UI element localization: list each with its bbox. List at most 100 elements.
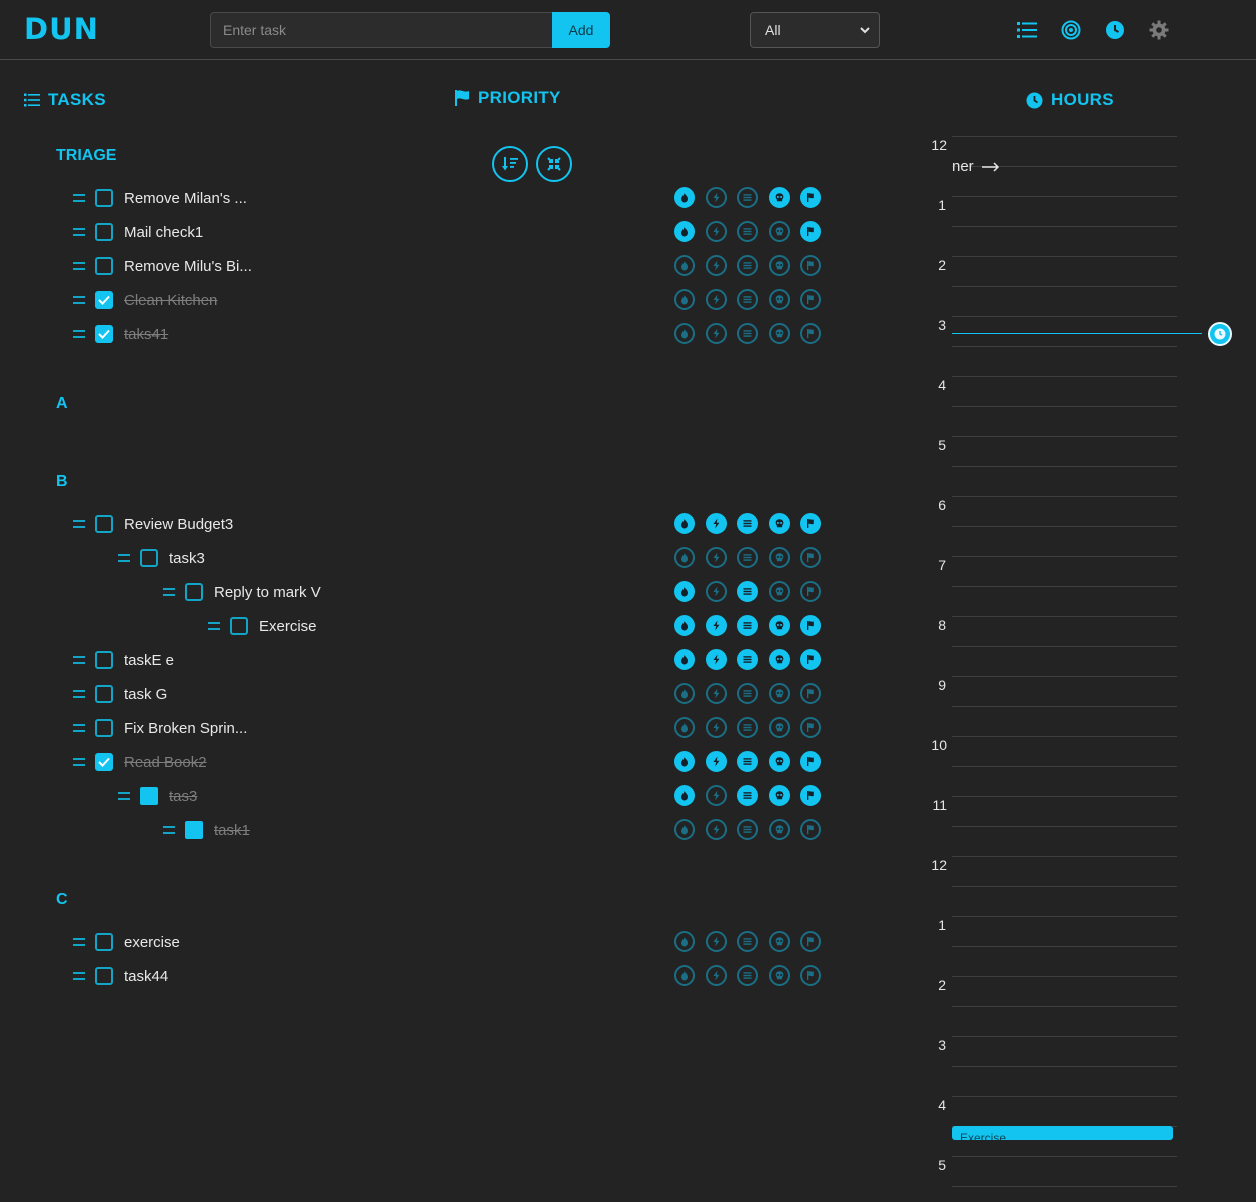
drag-handle[interactable]: [73, 758, 85, 766]
drag-handle[interactable]: [73, 724, 85, 732]
target-icon[interactable]: [1059, 18, 1083, 42]
lines-priority-toggle[interactable]: [737, 221, 758, 242]
collapse-button[interactable]: [536, 146, 572, 182]
add-button[interactable]: Add: [552, 12, 610, 48]
lines-priority-toggle[interactable]: [737, 683, 758, 704]
lines-priority-toggle[interactable]: [737, 289, 758, 310]
drag-handle[interactable]: [73, 194, 85, 202]
bolt-priority-toggle[interactable]: [705, 581, 727, 602]
skull-priority-toggle[interactable]: [768, 255, 790, 276]
skull-priority-toggle[interactable]: [768, 187, 790, 208]
task-row[interactable]: tas3: [118, 784, 197, 808]
clock-icon[interactable]: [1103, 18, 1127, 42]
lines-priority-toggle[interactable]: [737, 615, 758, 636]
task-checkbox[interactable]: [140, 549, 158, 567]
flag-priority-toggle[interactable]: [800, 323, 821, 344]
task-checkbox[interactable]: [95, 325, 113, 343]
task-row[interactable]: taskE e: [73, 648, 174, 672]
skull-priority-toggle[interactable]: [768, 819, 790, 840]
lines-priority-toggle[interactable]: [737, 649, 758, 670]
fire-priority-toggle[interactable]: [674, 717, 695, 738]
drag-handle[interactable]: [73, 520, 85, 528]
task-row[interactable]: taks41: [73, 322, 168, 346]
skull-priority-toggle[interactable]: [768, 785, 790, 806]
bolt-priority-toggle[interactable]: [705, 221, 727, 242]
drag-handle[interactable]: [73, 330, 85, 338]
drag-handle[interactable]: [73, 228, 85, 236]
task-checkbox[interactable]: [95, 291, 113, 309]
task-checkbox[interactable]: [185, 583, 203, 601]
task-checkbox[interactable]: [95, 719, 113, 737]
skull-priority-toggle[interactable]: [768, 931, 790, 952]
drag-handle[interactable]: [118, 554, 130, 562]
flag-priority-toggle[interactable]: [800, 547, 821, 568]
bolt-priority-toggle[interactable]: [705, 615, 727, 636]
fire-priority-toggle[interactable]: [674, 819, 695, 840]
task-row[interactable]: task44: [73, 964, 168, 988]
lines-priority-toggle[interactable]: [737, 751, 758, 772]
flag-priority-toggle[interactable]: [800, 649, 821, 670]
task-row[interactable]: task1: [163, 818, 250, 842]
skull-priority-toggle[interactable]: [768, 513, 790, 534]
flag-priority-toggle[interactable]: [800, 221, 821, 242]
task-row[interactable]: Read Book2: [73, 750, 207, 774]
flag-priority-toggle[interactable]: [800, 187, 821, 208]
lines-priority-toggle[interactable]: [737, 931, 758, 952]
lines-priority-toggle[interactable]: [737, 717, 758, 738]
task-checkbox[interactable]: [95, 685, 113, 703]
task-row[interactable]: Remove Milu's Bi...: [73, 254, 252, 278]
drag-handle[interactable]: [73, 690, 85, 698]
fire-priority-toggle[interactable]: [674, 581, 695, 602]
filter-select[interactable]: All: [750, 12, 880, 48]
flag-priority-toggle[interactable]: [800, 819, 821, 840]
fire-priority-toggle[interactable]: [674, 931, 695, 952]
skull-priority-toggle[interactable]: [768, 965, 790, 986]
lines-priority-toggle[interactable]: [737, 323, 758, 344]
bolt-priority-toggle[interactable]: [705, 649, 727, 670]
lines-priority-toggle[interactable]: [737, 785, 758, 806]
fire-priority-toggle[interactable]: [674, 323, 695, 344]
task-row[interactable]: Remove Milan's ...: [73, 186, 247, 210]
task-row[interactable]: Clean Kitchen: [73, 288, 217, 312]
task-checkbox[interactable]: [230, 617, 248, 635]
fire-priority-toggle[interactable]: [674, 513, 695, 534]
task-row[interactable]: Reply to mark V: [163, 580, 321, 604]
bolt-priority-toggle[interactable]: [705, 785, 727, 806]
drag-handle[interactable]: [73, 656, 85, 664]
skull-priority-toggle[interactable]: [768, 221, 790, 242]
skull-priority-toggle[interactable]: [768, 615, 790, 636]
list-icon[interactable]: [1015, 18, 1039, 42]
drag-handle[interactable]: [73, 296, 85, 304]
task-row[interactable]: exercise: [73, 930, 180, 954]
task-checkbox[interactable]: [95, 189, 113, 207]
task-row[interactable]: Mail check1: [73, 220, 203, 244]
task-checkbox[interactable]: [95, 967, 113, 985]
fire-priority-toggle[interactable]: [674, 187, 695, 208]
lines-priority-toggle[interactable]: [737, 513, 758, 534]
bolt-priority-toggle[interactable]: [705, 513, 727, 534]
fire-priority-toggle[interactable]: [674, 649, 695, 670]
task-checkbox[interactable]: [95, 933, 113, 951]
skull-priority-toggle[interactable]: [768, 289, 790, 310]
bolt-priority-toggle[interactable]: [705, 931, 727, 952]
lines-priority-toggle[interactable]: [737, 581, 758, 602]
lines-priority-toggle[interactable]: [737, 187, 758, 208]
task-checkbox[interactable]: [95, 651, 113, 669]
fire-priority-toggle[interactable]: [674, 547, 695, 568]
fire-priority-toggle[interactable]: [674, 289, 695, 310]
calendar-event[interactable]: Exercise: [952, 1126, 1173, 1140]
skull-priority-toggle[interactable]: [768, 649, 790, 670]
bolt-priority-toggle[interactable]: [705, 717, 727, 738]
current-time-marker[interactable]: [1208, 322, 1232, 346]
skull-priority-toggle[interactable]: [768, 547, 790, 568]
bolt-priority-toggle[interactable]: [705, 683, 727, 704]
fire-priority-toggle[interactable]: [674, 785, 695, 806]
bolt-priority-toggle[interactable]: [705, 289, 727, 310]
lines-priority-toggle[interactable]: [737, 819, 758, 840]
drag-handle[interactable]: [163, 588, 175, 596]
flag-priority-toggle[interactable]: [800, 255, 821, 276]
skull-priority-toggle[interactable]: [768, 717, 790, 738]
bolt-priority-toggle[interactable]: [705, 255, 727, 276]
bolt-priority-toggle[interactable]: [705, 751, 727, 772]
task-row[interactable]: task G: [73, 682, 167, 706]
